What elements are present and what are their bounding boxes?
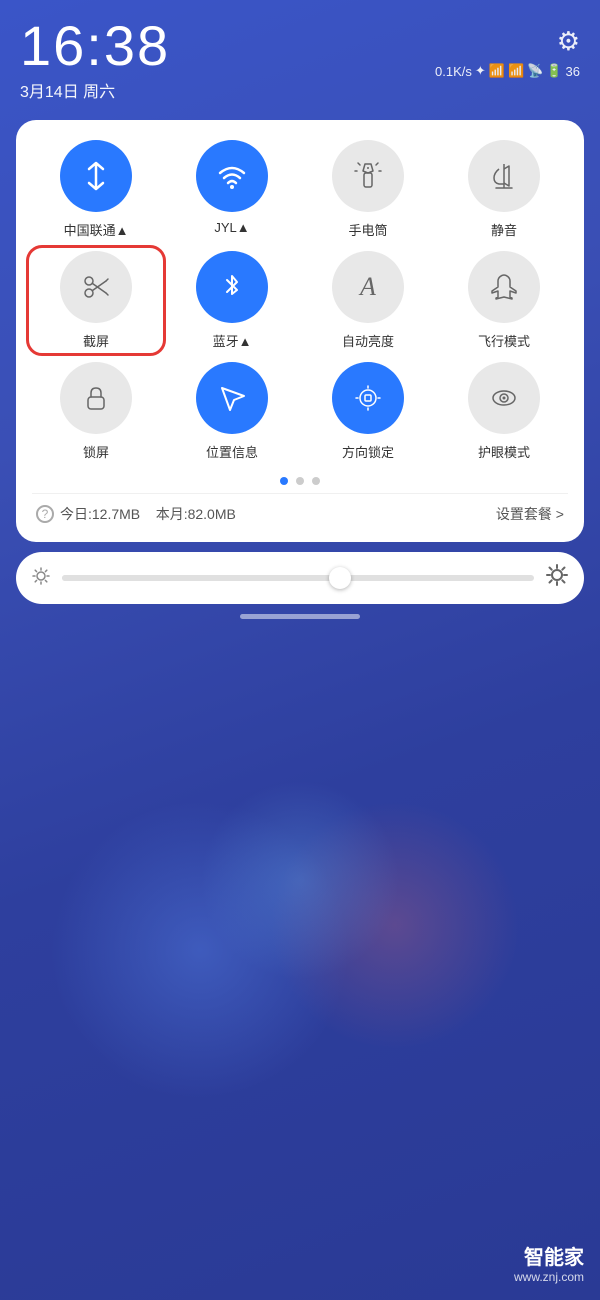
tiles-grid: 中国联通▲ JYL▲ xyxy=(32,140,568,461)
info-icon: ? xyxy=(36,505,54,523)
tile-label-airplane: 飞行模式 xyxy=(478,331,530,350)
settings-link[interactable]: 设置套餐 > xyxy=(496,504,564,524)
bg-blob-3 xyxy=(200,780,400,980)
status-bar: 16:38 3月14日 周六 ⚙ 0.1K/s ✦ 📶 📶 📡 🔋 36 xyxy=(0,0,600,112)
tile-circle-location xyxy=(196,362,268,434)
tile-bluetooth[interactable]: 蓝牙▲ xyxy=(168,251,296,350)
battery-icon: 🔋 xyxy=(546,63,562,79)
usage-text: 今日:12.7MB 本月:82.0MB xyxy=(60,504,490,524)
status-right: ⚙ 0.1K/s ✦ 📶 📶 📡 🔋 36 xyxy=(435,18,580,79)
tile-label-bluetooth: 蓝牙▲ xyxy=(213,331,252,350)
tile-wifi[interactable]: JYL▲ xyxy=(168,140,296,239)
tile-china-unicom[interactable]: 中国联通▲ xyxy=(32,140,160,239)
dot-1 xyxy=(280,477,288,485)
tile-circle-lock-screen xyxy=(60,362,132,434)
pagination xyxy=(32,477,568,485)
status-icons: 0.1K/s ✦ 📶 📶 📡 🔋 36 xyxy=(435,63,580,79)
watermark-url: www.znj.com xyxy=(514,1270,584,1284)
time-block: 16:38 3月14日 周六 xyxy=(20,18,170,102)
quick-settings-panel: 中国联通▲ JYL▲ xyxy=(16,120,584,542)
tile-orientation[interactable]: 方向锁定 xyxy=(304,362,432,461)
brightness-thumb[interactable] xyxy=(329,567,351,589)
tile-circle-orientation xyxy=(332,362,404,434)
tile-label-wifi: JYL▲ xyxy=(214,220,249,235)
brightness-low-icon xyxy=(32,567,50,590)
bluetooth-icon: ✦ xyxy=(475,63,486,79)
tile-location[interactable]: 位置信息 xyxy=(168,362,296,461)
data-usage: ? 今日:12.7MB 本月:82.0MB 设置套餐 > xyxy=(32,493,568,528)
network-speed: 0.1K/s xyxy=(435,64,472,79)
tile-label-china-unicom: 中国联通▲ xyxy=(64,220,129,239)
dot-3 xyxy=(312,477,320,485)
tile-circle-silent xyxy=(468,140,540,212)
today-usage: 今日:12.7MB xyxy=(60,506,140,522)
tile-circle-auto-brightness: A xyxy=(332,251,404,323)
brightness-track[interactable] xyxy=(62,575,534,581)
watermark-brand: 智能家 xyxy=(514,1241,584,1270)
battery-level: 36 xyxy=(566,64,580,79)
signal-icon-2: 📶 xyxy=(508,63,524,79)
tile-circle-wifi xyxy=(196,140,268,212)
dot-2 xyxy=(296,477,304,485)
tile-label-silent: 静音 xyxy=(491,220,517,239)
tile-eye-protection[interactable]: 护眼模式 xyxy=(440,362,568,461)
tile-label-flashlight: 手电筒 xyxy=(348,220,387,239)
tile-airplane[interactable]: 飞行模式 xyxy=(440,251,568,350)
settings-icon[interactable]: ⚙ xyxy=(557,26,580,57)
tile-circle-china-unicom xyxy=(60,140,132,212)
tile-label-auto-brightness: 自动亮度 xyxy=(342,331,394,350)
date: 3月14日 周六 xyxy=(20,78,170,102)
tile-label-lock-screen: 锁屏 xyxy=(83,442,109,461)
tile-label-location: 位置信息 xyxy=(206,442,258,461)
tile-circle-airplane xyxy=(468,251,540,323)
watermark: 智能家 www.znj.com xyxy=(514,1241,584,1284)
tile-circle-screenshot xyxy=(60,251,132,323)
tile-flashlight[interactable]: 手电筒 xyxy=(304,140,432,239)
tile-auto-brightness[interactable]: A 自动亮度 xyxy=(304,251,432,350)
signal-icon-1: 📶 xyxy=(489,63,505,79)
tile-circle-flashlight xyxy=(332,140,404,212)
home-bar xyxy=(240,614,360,619)
tile-silent[interactable]: 静音 xyxy=(440,140,568,239)
home-indicator xyxy=(0,614,600,619)
clock: 16:38 xyxy=(20,18,170,74)
month-usage: 本月:82.0MB xyxy=(156,506,236,522)
tile-circle-eye-protection xyxy=(468,362,540,434)
tile-circle-bluetooth xyxy=(196,251,268,323)
tile-label-orientation: 方向锁定 xyxy=(342,442,394,461)
brightness-bar xyxy=(16,552,584,604)
tile-lock-screen[interactable]: 锁屏 xyxy=(32,362,160,461)
brightness-fill xyxy=(62,575,345,581)
brightness-high-icon xyxy=(546,564,568,592)
tile-label-screenshot: 截屏 xyxy=(83,331,109,350)
tile-screenshot[interactable]: 截屏 xyxy=(32,251,160,350)
wifi-icon: 📡 xyxy=(527,63,543,79)
tile-label-eye-protection: 护眼模式 xyxy=(478,442,530,461)
